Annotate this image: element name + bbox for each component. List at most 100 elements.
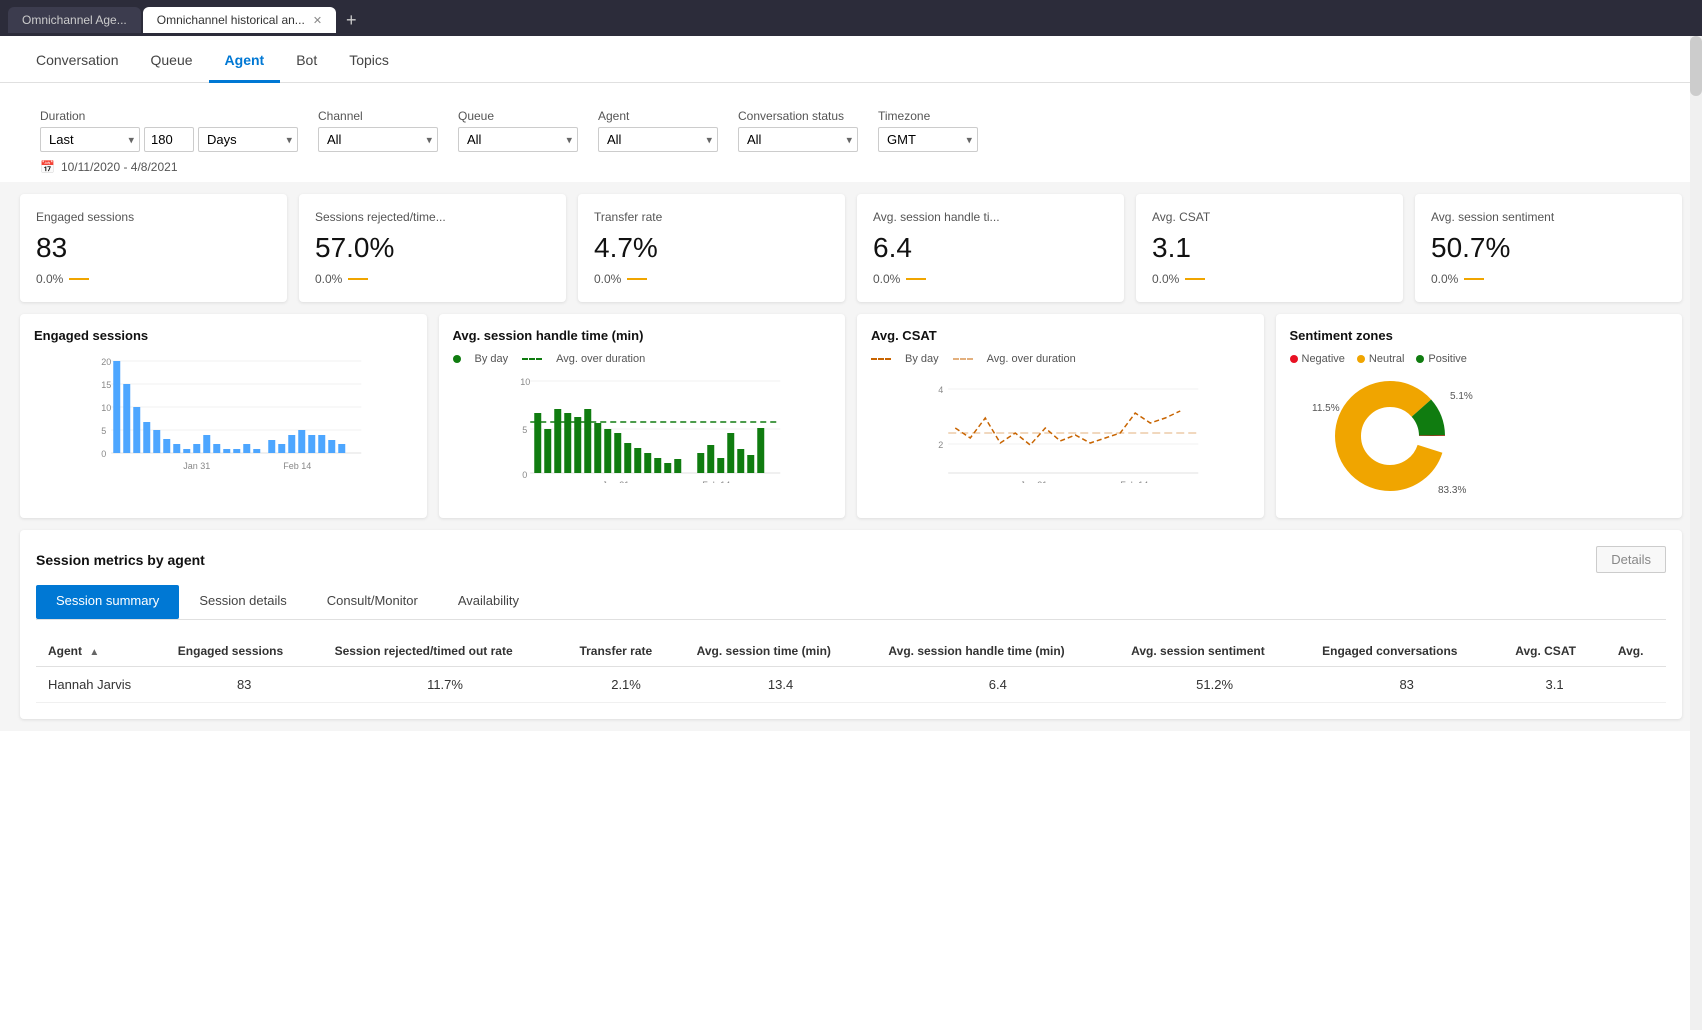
col-avg-senti2: Avg.	[1606, 636, 1666, 667]
svg-text:Jan 31: Jan 31	[1020, 480, 1047, 483]
scrollbar-thumb[interactable]	[1690, 36, 1702, 96]
duration-unit-select[interactable]: Days	[198, 127, 298, 152]
svg-text:10: 10	[101, 403, 111, 413]
filter-timezone: Timezone GMT	[878, 109, 978, 152]
sort-agent-icon[interactable]: ▲	[89, 647, 99, 658]
avg-csat-title: Avg. CSAT	[871, 328, 1250, 343]
filter-duration: Duration Last Days	[40, 109, 298, 152]
avg-duration-label: Avg. over duration	[556, 353, 645, 365]
neutral-dot	[1357, 355, 1365, 363]
kpi-trend-line-0	[69, 278, 89, 280]
nav-tab-agent[interactable]: Agent	[209, 36, 281, 83]
sub-tab-session-details[interactable]: Session details	[179, 585, 306, 619]
engaged-sessions-chart-title: Engaged sessions	[34, 328, 413, 343]
duration-value-input[interactable]	[144, 127, 194, 152]
negative-legend: Negative	[1290, 353, 1345, 365]
add-tab-button[interactable]: +	[338, 10, 365, 31]
nav-tab-conversation[interactable]: Conversation	[20, 36, 135, 83]
browser-tab-2[interactable]: Omnichannel historical an... ✕	[143, 7, 336, 33]
session-table-wrap: Agent ▲ Engaged sessions Session rejecte…	[36, 636, 1666, 703]
positive-label: Positive	[1428, 353, 1467, 365]
by-day-dot	[453, 355, 461, 363]
donut-svg: 5.1% 11.5% 83.3%	[1290, 371, 1490, 501]
svg-text:5: 5	[101, 426, 106, 436]
kpi-delta-4: 0.0%	[1152, 272, 1179, 286]
sub-tab-session-summary[interactable]: Session summary	[36, 585, 179, 619]
kpi-value-0: 83	[36, 232, 271, 264]
csat-avg-line	[953, 358, 973, 360]
queue-select[interactable]: All	[458, 127, 578, 152]
negative-label: Negative	[1302, 353, 1345, 365]
kpi-trend-line-1	[348, 278, 368, 280]
avg-csat-legend: By day Avg. over duration	[871, 353, 1250, 365]
table-body: Hannah Jarvis 83 11.7% 2.1% 13.4 6.4 51.…	[36, 667, 1666, 703]
col-engaged-convos: Engaged conversations	[1310, 636, 1503, 667]
kpi-delta-0: 0.0%	[36, 272, 63, 286]
svg-text:2: 2	[938, 440, 943, 450]
kpi-title-2: Transfer rate	[594, 210, 829, 224]
by-day-label: By day	[475, 353, 509, 365]
positive-dot	[1416, 355, 1424, 363]
svg-text:Jan 31: Jan 31	[602, 480, 629, 483]
scrollbar-track[interactable]	[1690, 36, 1702, 1030]
kpi-delta-3: 0.0%	[873, 272, 900, 286]
avg-handle-time-svg: 10 5 0	[453, 373, 832, 483]
close-tab-icon[interactable]: ✕	[313, 14, 322, 27]
browser-tab-2-label: Omnichannel historical an...	[157, 13, 305, 27]
filter-queue: Queue All	[458, 109, 578, 152]
table-header-row: Agent ▲ Engaged sessions Session rejecte…	[36, 636, 1666, 667]
donut-wrapper: 5.1% 11.5% 83.3%	[1290, 371, 1669, 504]
kpi-grid: Engaged sessions 83 0.0% Sessions reject…	[0, 182, 1702, 314]
nav-tab-topics[interactable]: Topics	[333, 36, 405, 83]
browser-tab-1-label: Omnichannel Age...	[22, 13, 127, 27]
svg-text:Jan 31: Jan 31	[183, 461, 210, 471]
kpi-delta-1: 0.0%	[315, 272, 342, 286]
conv-status-label: Conversation status	[738, 109, 858, 123]
agent-select[interactable]: All	[598, 127, 718, 152]
csat-avg-label: Avg. over duration	[987, 353, 1076, 365]
svg-text:20: 20	[101, 357, 111, 367]
svg-text:0: 0	[101, 449, 106, 459]
col-agent-label: Agent	[48, 644, 82, 658]
table-row: Hannah Jarvis 83 11.7% 2.1% 13.4 6.4 51.…	[36, 667, 1666, 703]
col-transfer-rate: Transfer rate	[567, 636, 684, 667]
kpi-trend-line-2	[627, 278, 647, 280]
session-table: Agent ▲ Engaged sessions Session rejecte…	[36, 636, 1666, 703]
kpi-value-4: 3.1	[1152, 232, 1387, 264]
nav-tab-queue[interactable]: Queue	[135, 36, 209, 83]
cell-engaged-sessions: 83	[166, 667, 323, 703]
cell-avg-csat: 3.1	[1503, 667, 1606, 703]
kpi-title-0: Engaged sessions	[36, 210, 271, 224]
channel-select[interactable]: All	[318, 127, 438, 152]
timezone-select[interactable]: GMT	[878, 127, 978, 152]
kpi-card-0: Engaged sessions 83 0.0%	[20, 194, 287, 302]
kpi-value-2: 4.7%	[594, 232, 829, 264]
nav-tab-bot[interactable]: Bot	[280, 36, 333, 83]
kpi-card-3: Avg. session handle ti... 6.4 0.0%	[857, 194, 1124, 302]
kpi-card-4: Avg. CSAT 3.1 0.0%	[1136, 194, 1403, 302]
kpi-footer-1: 0.0%	[315, 272, 550, 286]
kpi-footer-2: 0.0%	[594, 272, 829, 286]
svg-text:10: 10	[520, 377, 530, 387]
kpi-delta-2: 0.0%	[594, 272, 621, 286]
duration-preset-select[interactable]: Last	[40, 127, 140, 152]
sentiment-legend: Negative Neutral Positive	[1290, 353, 1669, 365]
kpi-title-4: Avg. CSAT	[1152, 210, 1387, 224]
col-avg-sentiment: Avg. session sentiment	[1119, 636, 1310, 667]
timezone-label: Timezone	[878, 109, 978, 123]
avg-handle-time-title: Avg. session handle time (min)	[453, 328, 832, 343]
cell-avg-sentiment: 51.2%	[1119, 667, 1310, 703]
details-button[interactable]: Details	[1596, 546, 1666, 573]
browser-tab-1[interactable]: Omnichannel Age...	[8, 7, 141, 33]
sub-tab-availability[interactable]: Availability	[438, 585, 539, 619]
agent-label: Agent	[598, 109, 718, 123]
conv-status-select[interactable]: All	[738, 127, 858, 152]
col-avg-session-time: Avg. session time (min)	[685, 636, 877, 667]
svg-text:0: 0	[522, 470, 527, 480]
app-shell: Conversation Queue Agent Bot Topics Dura…	[0, 36, 1702, 1030]
session-metrics-title: Session metrics by agent	[36, 552, 205, 568]
avg-handle-time-chart: Avg. session handle time (min) By day Av…	[439, 314, 846, 518]
sub-tab-consult-monitor[interactable]: Consult/Monitor	[307, 585, 438, 619]
avg-csat-chart: Avg. CSAT By day Avg. over duration 4 2 …	[857, 314, 1264, 518]
neutral-legend: Neutral	[1357, 353, 1404, 365]
